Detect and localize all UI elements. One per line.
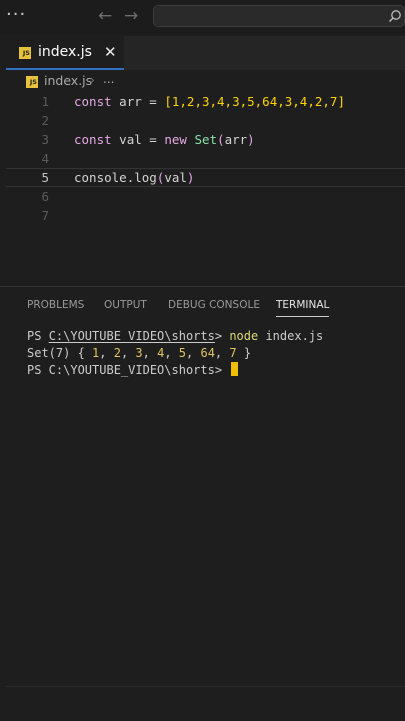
- terminal-output-line: Set(7) { 1, 2, 3, 4, 5, 64, 7 }: [27, 346, 252, 360]
- terminal-cursor: [231, 362, 239, 376]
- code-line[interactable]: 1 const arr = [1,2,3,4,3,5,64,3,4,2,7]: [6, 92, 405, 111]
- search-icon[interactable]: [388, 9, 402, 23]
- breadcrumb: JS index.js › ...: [6, 70, 405, 92]
- code-editor[interactable]: 1 const arr = [1,2,3,4,3,5,64,3,4,2,7] 2…: [6, 92, 405, 225]
- tab-output[interactable]: OUTPUT: [104, 299, 147, 311]
- line-number: 2: [41, 113, 49, 128]
- output-value: 3: [135, 346, 143, 360]
- array-literal: 1,2,3,4,3,5,64,3,4,2,7: [171, 94, 338, 109]
- keyword: const: [74, 94, 112, 109]
- back-arrow-icon[interactable]: ←: [98, 6, 112, 26]
- paren: (: [217, 132, 225, 147]
- code-line[interactable]: 2: [6, 111, 405, 130]
- title-bar: ··· ← →: [0, 0, 405, 34]
- command-search-box[interactable]: [153, 5, 405, 27]
- identifier: arr: [119, 94, 142, 109]
- output-value: 1: [92, 346, 100, 360]
- class-name: Set: [194, 132, 218, 147]
- paren: ): [247, 132, 255, 147]
- identifier: val: [164, 170, 187, 185]
- command-program: node: [229, 329, 259, 343]
- code-line[interactable]: 6: [6, 187, 405, 206]
- chevron-right-icon: ›: [90, 73, 95, 87]
- line-number: 1: [41, 94, 49, 109]
- terminal[interactable]: PS C:\YOUTUBE_VIDEO\shorts> node index.j…: [27, 328, 397, 379]
- terminal-line: PS C:\YOUTUBE_VIDEO\shorts> node index.j…: [27, 328, 397, 345]
- javascript-file-icon: JS: [19, 47, 31, 59]
- command-args: index.js: [258, 329, 324, 343]
- more-menu-icon[interactable]: ···: [6, 4, 26, 25]
- line-number: 7: [41, 208, 49, 223]
- tab-debug-console[interactable]: DEBUG CONSOLE: [168, 299, 260, 311]
- keyword: new: [164, 132, 187, 147]
- output-suffix: }: [236, 346, 252, 360]
- keyword: const: [74, 132, 112, 147]
- active-tab-indicator: [276, 316, 329, 317]
- line-number: 6: [41, 189, 49, 204]
- code-line[interactable]: 3 const val = new Set(arr): [6, 130, 405, 149]
- breadcrumb-symbols[interactable]: ...: [103, 72, 114, 86]
- bottom-panel: PROBLEMS OUTPUT DEBUG CONSOLE TERMINAL P…: [0, 286, 405, 721]
- bracket: ]: [337, 94, 345, 109]
- tab-index-js[interactable]: JS index.js ✕: [6, 36, 124, 70]
- output-value: 7: [229, 346, 237, 360]
- code-line-active[interactable]: 5 console.log(val): [6, 168, 405, 187]
- close-icon[interactable]: ✕: [104, 43, 117, 61]
- identifier: val: [119, 132, 142, 147]
- search-input[interactable]: [162, 8, 366, 26]
- output-value: 64: [200, 346, 215, 360]
- paren: ): [186, 170, 195, 185]
- tab-label: index.js: [38, 44, 92, 60]
- javascript-file-icon: JS: [26, 76, 38, 88]
- identifier: arr: [224, 132, 248, 147]
- output-prefix: Set(7) {: [27, 346, 93, 360]
- output-value: 2: [113, 346, 121, 360]
- output-value: 4: [157, 346, 165, 360]
- panel-tab-bar: PROBLEMS OUTPUT DEBUG CONSOLE TERMINAL: [0, 287, 405, 321]
- editor-group: JS index.js ✕ JS index.js › ... 1 const …: [6, 36, 405, 286]
- function-name: log: [134, 170, 157, 185]
- forward-arrow-icon[interactable]: →: [124, 6, 138, 26]
- breadcrumb-file[interactable]: index.js: [44, 73, 92, 88]
- line-number: 4: [41, 151, 49, 166]
- operator: =: [149, 94, 157, 109]
- prompt-prefix: PS: [27, 329, 49, 343]
- divider: [6, 686, 405, 687]
- identifier: console: [74, 170, 127, 185]
- tab-terminal[interactable]: TERMINAL: [276, 299, 329, 311]
- editor-tab-bar: JS index.js ✕: [6, 36, 405, 70]
- line-number: 5: [41, 170, 49, 185]
- prompt: PS C:\YOUTUBE_VIDEO\shorts>: [27, 363, 230, 377]
- line-number: 3: [41, 132, 49, 147]
- output-value: 5: [178, 346, 187, 360]
- bracket: [: [164, 94, 172, 109]
- prompt-suffix: >: [214, 329, 230, 343]
- code-line[interactable]: 7: [6, 206, 405, 225]
- code-line[interactable]: 4: [6, 149, 405, 168]
- tab-problems[interactable]: PROBLEMS: [27, 299, 84, 311]
- terminal-line: PS C:\YOUTUBE_VIDEO\shorts>: [27, 362, 397, 379]
- prompt-path-link[interactable]: C:\YOUTUBE_VIDEO\shorts: [49, 329, 215, 343]
- operator: =: [149, 132, 157, 147]
